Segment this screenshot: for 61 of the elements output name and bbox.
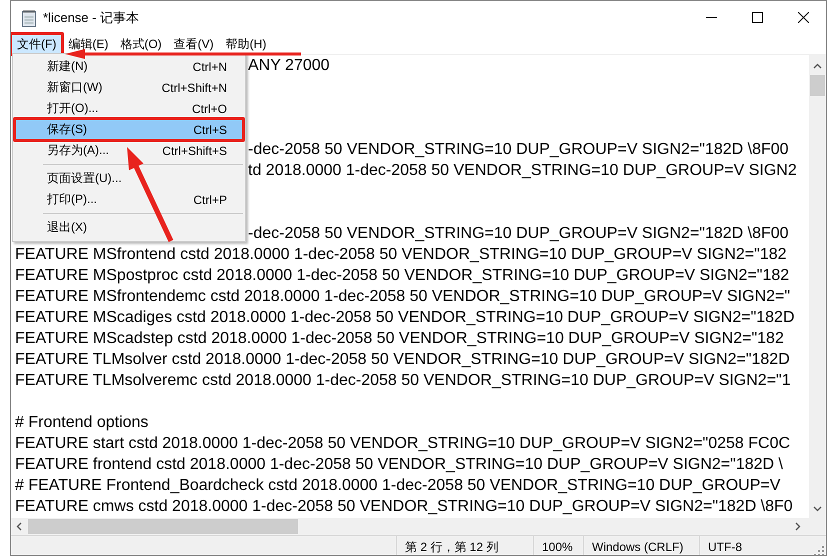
scroll-right-icon[interactable] xyxy=(795,522,801,531)
menu-item[interactable]: 文件(F) xyxy=(11,34,62,54)
scroll-left-icon[interactable] xyxy=(16,522,22,531)
menu-option[interactable]: 打开(O)... Ctrl+O xyxy=(15,98,243,119)
text-line: FEATURE MSfrontendemc cstd 2018.0000 1-dec-2058 50 VENDOR_STRING=10 DUP_GROUP=V SIGN2=" xyxy=(15,287,790,307)
scroll-up-icon[interactable] xyxy=(813,63,822,69)
shortcut-text: Ctrl+Shift+N xyxy=(162,80,227,94)
text-line: -dec-2058 50 VENDOR_STRING=10 DUP_GROUP=V SIGN2="182D \8F00 xyxy=(248,140,789,160)
encoding: UTF-8 xyxy=(707,539,742,555)
menu-option[interactable]: 新建(N) Ctrl+N xyxy=(15,56,243,77)
scroll-thumb[interactable] xyxy=(28,519,298,534)
text-line: # FEATURE Frontend_Boardcheck cstd 2018.0000 1-dec-2058 50 VENDOR_STRING=10 DUP_GROUP=V xyxy=(15,476,780,496)
menu-option[interactable]: 新窗口(W) Ctrl+Shift+N xyxy=(15,77,243,98)
menu-option[interactable]: 打印(P)... Ctrl+P xyxy=(15,189,243,210)
shortcut-text: Ctrl+P xyxy=(193,192,227,206)
text-line: FEATURE MSpostproc cstd 2018.0000 1-dec-2058 50 VENDOR_STRING=10 DUP_GROUP=V SIGN2="182 xyxy=(15,266,790,286)
menu-option[interactable]: 退出(X) xyxy=(15,217,243,238)
scroll-thumb[interactable] xyxy=(810,75,825,96)
menu-item[interactable]: 格式(O) xyxy=(114,34,168,54)
menu-item[interactable]: 帮助(H) xyxy=(220,34,272,54)
shortcut-text: Ctrl+O xyxy=(192,102,227,116)
shortcut-text: Ctrl+Shift+S xyxy=(162,144,227,158)
scroll-down-icon[interactable] xyxy=(813,506,822,512)
text-line: # Frontend options xyxy=(15,413,148,433)
minimize-icon xyxy=(706,17,716,18)
menu-item[interactable]: 编辑(E) xyxy=(62,34,114,54)
option-label: 打开(O)... xyxy=(47,100,98,117)
option-label: 新建(N) xyxy=(47,58,88,75)
window-title: *license - 记事本 xyxy=(43,8,140,26)
text-line: FEATURE start cstd 2018.0000 1-dec-2058 50 VENDOR_STRING=10 DUP_GROUP=V SIGN2="0258 FC0C xyxy=(15,434,790,454)
text-line: FEATURE MScadiges cstd 2018.0000 1-dec-2058 50 VENDOR_STRING=10 DUP_GROUP=V SIGN2="182D xyxy=(15,308,795,328)
text-line: FEATURE MSfrontend cstd 2018.0000 1-dec-2058 50 VENDOR_STRING=10 DUP_GROUP=V SIGN2="182 xyxy=(15,245,787,265)
text-line: FEATURE TLMsolveremc cstd 2018.0000 1-dec-2058 50 VENDOR_STRING=10 DUP_GROUP=V SIGN2="1 xyxy=(15,371,791,391)
line-ending: Windows (CRLF) xyxy=(584,536,700,555)
menu-item[interactable]: 查看(V) xyxy=(168,34,220,54)
option-label: 另存为(A)... xyxy=(47,142,109,159)
text-line: td 2018.0000 1-dec-2058 50 VENDOR_STRING=10 DUP_GROUP=V SIGN2 xyxy=(248,161,797,181)
maximize-icon xyxy=(752,12,762,23)
resize-grip-icon[interactable] xyxy=(814,546,824,555)
text-line: -dec-2058 50 VENDOR_STRING=10 DUP_GROUP=V SIGN2="182D \8F00 xyxy=(248,224,789,244)
close-icon xyxy=(798,12,808,23)
shortcut-text: Ctrl+N xyxy=(192,60,227,74)
cursor-position: 第 2 行，第 12 列 xyxy=(397,536,534,555)
text-line: FEATURE MScadstep cstd 2018.0000 1-dec-2058 50 VENDOR_STRING=10 DUP_GROUP=V SIGN2="182 xyxy=(15,329,784,349)
option-label: 页面设置(U)... xyxy=(47,170,122,187)
option-label: 新窗口(W) xyxy=(47,79,102,96)
zoom-level: 100% xyxy=(534,536,584,555)
menu-option[interactable]: 页面设置(U)... xyxy=(15,168,243,189)
text-line: FEATURE TLMsolver cstd 2018.0000 1-dec-2058 50 VENDOR_STRING=10 DUP_GROUP=V SIGN2="182D xyxy=(15,350,790,370)
text-line: FEATURE frontend cstd 2018.0000 1-dec-2058 50 VENDOR_STRING=10 DUP_GROUP=V SIGN2="182D \ xyxy=(15,455,783,475)
shortcut-text: Ctrl+S xyxy=(193,122,227,136)
menu-option[interactable]: 保存(S) Ctrl+S xyxy=(15,119,243,140)
option-label: 退出(X) xyxy=(47,219,87,236)
option-label: 打印(P)... xyxy=(47,191,97,208)
vertical-scrollbar[interactable] xyxy=(809,55,826,518)
option-label: 保存(S) xyxy=(47,121,87,138)
notepad-icon xyxy=(21,8,37,26)
menu-option[interactable]: 另存为(A)... Ctrl+Shift+S xyxy=(15,140,243,161)
text-line: FEATURE cmws cstd 2018.0000 1-dec-2058 50 VENDOR_STRING=10 DUP_GROUP=V SIGN2="182D \8F0 xyxy=(15,497,793,517)
horizontal-scrollbar[interactable] xyxy=(11,518,809,535)
text-line: ANY 27000 xyxy=(248,56,330,76)
